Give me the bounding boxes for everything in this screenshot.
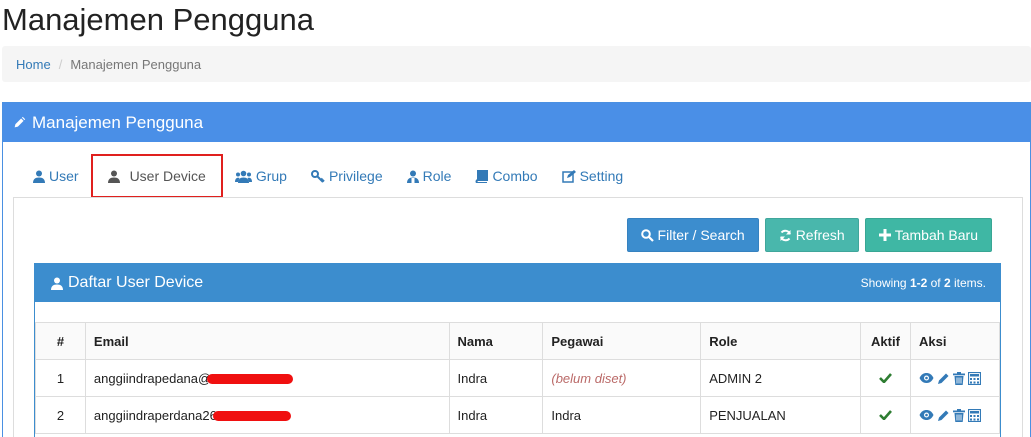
list-title-group: Daftar User Device — [51, 274, 203, 292]
tab-label: Grup — [255, 168, 287, 184]
book-icon — [476, 169, 489, 183]
table-header-row: # Email Nama Pegawai Role Aktif Aksi — [35, 322, 1001, 360]
tab-label: Privilege — [328, 168, 383, 184]
main-panel: Manajemen Pengguna User User Device Grup… — [2, 102, 1031, 437]
user-icon — [33, 170, 45, 183]
user-device-list-panel: Daftar User Device Showing 1-2 of 2 item… — [34, 263, 1001, 437]
edit-pencil-icon[interactable] — [937, 409, 950, 422]
tab-role[interactable]: Role — [395, 154, 464, 198]
tab-setting[interactable]: Setting — [550, 154, 636, 198]
user-device-icon — [107, 170, 120, 183]
tab-content: Filter / Search Refresh Tambah Baru Daft… — [13, 197, 1023, 437]
summary-prefix: Showing — [860, 276, 910, 290]
cell-aksi — [909, 396, 1001, 434]
column-header-role[interactable]: Role — [700, 322, 861, 360]
cell-email: anggiindraperdana26 — [84, 396, 450, 434]
tab-bar: User User Device Grup Privilege Role Com… — [21, 153, 635, 199]
search-icon — [640, 228, 654, 242]
summary-range: 1-2 — [909, 276, 928, 290]
filter-search-label: Filter / Search — [657, 227, 745, 243]
user-icon — [51, 277, 63, 290]
add-new-label: Tambah Baru — [894, 227, 978, 243]
list-heading: Daftar User Device Showing 1-2 of 2 item… — [35, 264, 1000, 302]
user-device-table: # Email Nama Pegawai Role Aktif Aksi 1 a… — [35, 322, 1001, 434]
refresh-label: Refresh — [795, 227, 845, 243]
column-header-number[interactable]: # — [35, 322, 86, 360]
tab-user[interactable]: User — [21, 154, 91, 198]
list-title: Daftar User Device — [68, 274, 204, 291]
tab-label: User Device — [129, 168, 206, 184]
cell-email: anggiindrapedana@ — [84, 359, 450, 397]
table-row: 1 anggiindrapedana@ Indra (belum diset) … — [35, 359, 1001, 397]
view-eye-icon[interactable] — [919, 372, 934, 384]
calculator-icon[interactable] — [967, 371, 981, 385]
cell-pegawai: (belum diset) — [542, 359, 702, 397]
panel-heading: Manajemen Pengguna — [3, 103, 1030, 142]
key-icon — [310, 169, 325, 183]
refresh-button[interactable]: Refresh — [764, 218, 859, 252]
tab-user-device[interactable]: User Device — [90, 154, 223, 198]
row-actions — [919, 408, 991, 422]
tab-label: Setting — [579, 168, 624, 184]
check-icon — [879, 372, 892, 384]
delete-trash-icon[interactable] — [952, 371, 965, 385]
cell-role: ADMIN 2 — [700, 359, 861, 397]
edit-icon — [561, 169, 576, 183]
breadcrumb-separator: / — [58, 56, 63, 72]
column-header-nama[interactable]: Nama — [448, 322, 544, 360]
tab-label: Role — [422, 168, 452, 184]
list-summary: Showing 1-2 of 2 items. — [861, 276, 986, 290]
breadcrumb-current: Manajemen Pengguna — [70, 56, 202, 72]
table-row: 2 anggiindraperdana26 Indra Indra PENJUA… — [35, 396, 1001, 434]
delete-trash-icon[interactable] — [952, 408, 965, 422]
cell-nama: Indra — [448, 396, 544, 434]
breadcrumb-home-link[interactable]: Home — [16, 57, 51, 72]
column-header-aksi: Aksi — [909, 322, 1001, 360]
role-icon — [406, 170, 419, 183]
redaction-mark — [207, 374, 294, 385]
plus-icon — [878, 229, 891, 241]
summary-suffix: items. — [950, 276, 986, 290]
toolbar: Filter / Search Refresh Tambah Baru — [626, 218, 992, 252]
add-new-button[interactable]: Tambah Baru — [864, 218, 992, 252]
panel-title: Manajemen Pengguna — [32, 112, 204, 132]
group-icon — [234, 170, 252, 183]
pencil-icon — [14, 116, 26, 128]
cell-nama: Indra — [448, 359, 544, 397]
edit-pencil-icon[interactable] — [937, 372, 950, 385]
cell-aksi — [909, 359, 1001, 397]
check-icon — [879, 409, 892, 421]
filter-search-button[interactable]: Filter / Search — [626, 218, 759, 252]
calculator-icon[interactable] — [967, 408, 981, 422]
email-text: anggiindraperdana26 — [93, 407, 217, 423]
cell-number: 2 — [35, 396, 86, 434]
tab-privilege[interactable]: Privilege — [299, 154, 395, 198]
tab-combo[interactable]: Combo — [463, 154, 549, 198]
page-title: Manajemen Pengguna — [2, 2, 314, 37]
email-text: anggiindrapedana@ — [93, 370, 212, 386]
cell-role: PENJUALAN — [700, 396, 861, 434]
column-header-email[interactable]: Email — [84, 322, 450, 360]
cell-aktif — [860, 396, 911, 434]
view-eye-icon[interactable] — [919, 409, 934, 421]
column-header-aktif[interactable]: Aktif — [860, 322, 911, 360]
redaction-mark — [212, 411, 291, 422]
cell-aktif — [860, 359, 911, 397]
tab-grup[interactable]: Grup — [223, 154, 299, 198]
row-actions — [919, 371, 991, 385]
cell-pegawai: Indra — [542, 396, 702, 434]
cell-number: 1 — [35, 359, 86, 397]
refresh-icon — [779, 229, 791, 241]
tab-label: User — [49, 168, 79, 184]
summary-total: 2 — [943, 276, 951, 290]
summary-of: of — [927, 276, 944, 290]
column-header-pegawai[interactable]: Pegawai — [542, 322, 702, 360]
tab-label: Combo — [492, 168, 538, 184]
breadcrumb: Home / Manajemen Pengguna — [2, 46, 1031, 82]
